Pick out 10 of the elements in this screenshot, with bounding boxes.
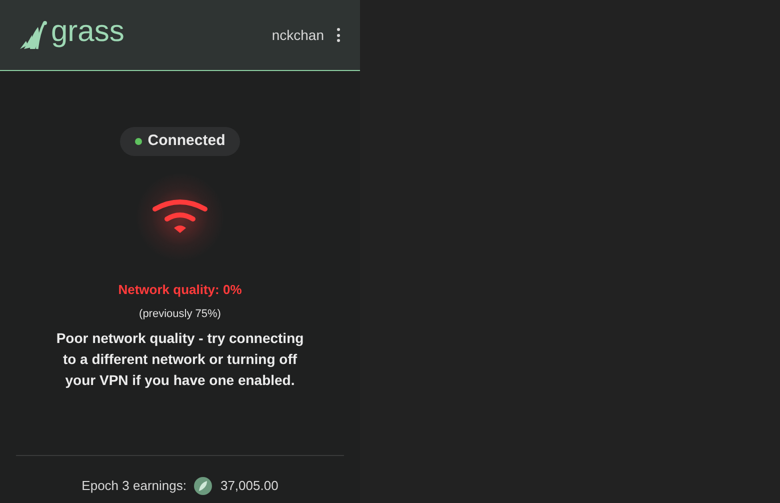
username: nckchan [272,26,324,44]
network-message: Poor network quality - try connecting to a different network or turning off your VPN if you have one enabled. [55,329,305,390]
status-label: Connected [148,131,226,152]
network-quality: Network quality: 0% [118,281,242,299]
token-icon [194,476,212,495]
logo-text: grass [51,17,124,47]
earnings-label: Epoch 3 earnings: [82,477,186,495]
logo-icon [18,19,48,51]
earnings-amount: 37,005.00 [220,477,278,495]
previous-quality: (previously 75%) [139,306,221,322]
